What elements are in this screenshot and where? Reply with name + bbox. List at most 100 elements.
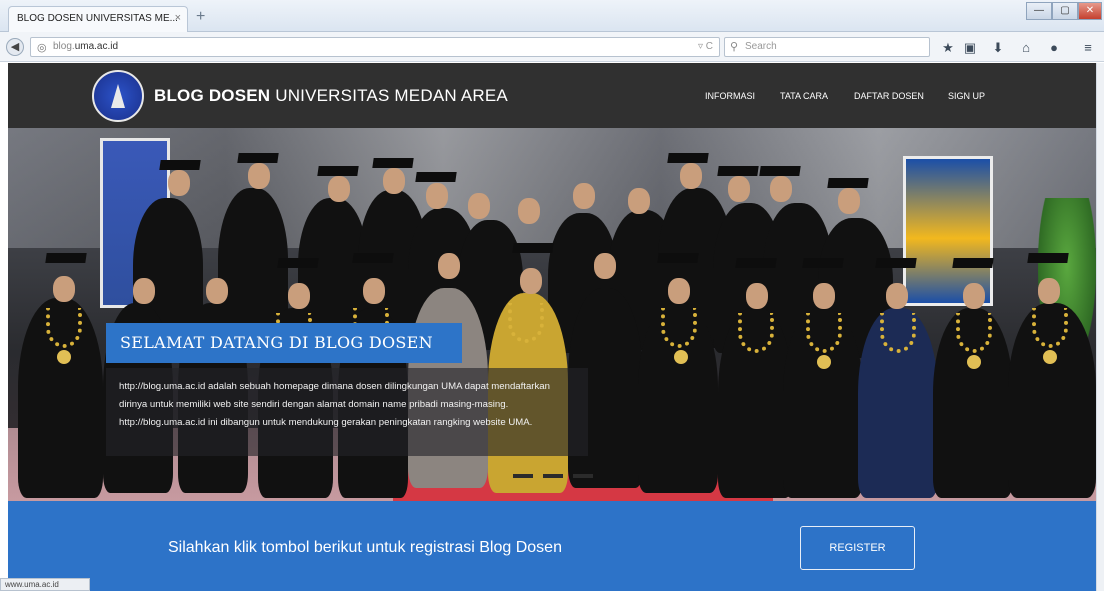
hero-chain	[880, 313, 916, 353]
hero-chain	[1032, 308, 1068, 348]
hero-face	[133, 278, 155, 304]
hero-face	[248, 163, 270, 189]
back-icon[interactable]: ◀	[6, 38, 24, 56]
hero-face	[426, 183, 448, 209]
web-page: BLOG DOSEN UNIVERSITAS MEDAN AREA INFORM…	[8, 63, 1096, 591]
hero-face	[838, 188, 860, 214]
hero-face	[728, 176, 750, 202]
page-scrollbar[interactable]	[1096, 63, 1104, 591]
slider-dot[interactable]	[513, 474, 533, 478]
hero-face	[53, 276, 75, 302]
register-button[interactable]: REGISTER	[800, 526, 915, 570]
hero-face	[206, 278, 228, 304]
url-prefix: blog.	[53, 41, 75, 52]
browser-tab-bar: BLOG DOSEN UNIVERSITAS ME... × + — ▢ ✕	[0, 0, 1104, 32]
menu-icon[interactable]: ≡	[1080, 40, 1096, 55]
hero-medal	[1043, 350, 1057, 364]
hero-medal	[57, 350, 71, 364]
hero-cap	[827, 178, 869, 188]
hero-face	[1038, 278, 1060, 304]
nav-daftar-dosen[interactable]: DAFTAR DOSEN	[854, 91, 924, 101]
hero-cap	[159, 160, 201, 170]
brand-rest: UNIVERSITAS MEDAN AREA	[270, 86, 508, 105]
hero-cap	[352, 253, 394, 263]
hero-face	[383, 168, 405, 194]
hero-medal	[674, 350, 688, 364]
hero-face	[680, 163, 702, 189]
globe-icon: ◎	[37, 42, 47, 54]
hero-cap	[372, 158, 414, 168]
browser-tab[interactable]: BLOG DOSEN UNIVERSITAS ME... ×	[8, 6, 188, 32]
welcome-description-box: http://blog.uma.ac.id adalah sebuah home…	[106, 368, 588, 456]
hero-face	[770, 176, 792, 202]
hero-medal	[967, 355, 981, 369]
hero-face	[668, 278, 690, 304]
url-host: uma.ac.id	[74, 41, 119, 52]
register-band: Silahkan klik tombol berikut untuk regis…	[8, 501, 1096, 591]
window-minimize-button[interactable]: —	[1026, 2, 1052, 20]
hero-slider: SELAMAT DATANG DI BLOG DOSEN http://blog…	[8, 128, 1096, 501]
hero-cap	[875, 258, 917, 268]
hero-face	[594, 253, 616, 279]
brand-bold: BLOG DOSEN	[154, 86, 271, 105]
hero-cap	[45, 253, 87, 263]
search-placeholder: Search	[745, 41, 777, 52]
slider-dot[interactable]	[573, 474, 593, 478]
hero-cap	[802, 258, 844, 268]
window-close-button[interactable]: ✕	[1078, 2, 1102, 20]
hero-cap	[667, 153, 709, 163]
url-reload-controls[interactable]: ▿ C	[698, 41, 713, 52]
hero-cap	[717, 166, 759, 176]
hero-chain	[956, 313, 992, 353]
clipboard-icon[interactable]: ▣	[962, 40, 978, 56]
hero-chain	[738, 313, 774, 353]
hero-cap	[415, 172, 457, 182]
hero-cap	[1027, 253, 1069, 263]
nav-informasi[interactable]: INFORMASI	[705, 91, 755, 101]
hero-face	[628, 188, 650, 214]
search-icon: ⚲	[730, 41, 739, 53]
tab-close-icon[interactable]: ×	[175, 12, 181, 24]
hero-cap	[952, 258, 994, 268]
tab-title: BLOG DOSEN UNIVERSITAS ME...	[17, 13, 178, 24]
hero-medal	[817, 355, 831, 369]
address-bar[interactable]: ◎ blog.uma.ac.id ▿ C	[30, 37, 720, 57]
hero-face	[438, 253, 460, 279]
site-brand[interactable]: BLOG DOSEN UNIVERSITAS MEDAN AREA	[154, 86, 508, 106]
status-bar: www.uma.ac.id	[0, 578, 90, 591]
new-tab-button[interactable]: +	[196, 8, 205, 26]
hero-chain	[46, 308, 82, 348]
hero-face	[520, 268, 542, 294]
hero-face	[328, 176, 350, 202]
welcome-title: SELAMAT DATANG DI BLOG DOSEN	[120, 333, 433, 352]
hero-face	[813, 283, 835, 309]
star-icon[interactable]: ★	[940, 40, 956, 56]
university-logo[interactable]	[92, 70, 144, 122]
hero-cap	[512, 243, 554, 253]
hero-face	[963, 283, 985, 309]
search-input[interactable]: ⚲ Search	[724, 37, 930, 57]
hero-chain	[806, 313, 842, 353]
hero-face	[518, 198, 540, 224]
hero-face	[168, 170, 190, 196]
welcome-title-box: SELAMAT DATANG DI BLOG DOSEN	[106, 323, 462, 363]
hero-chain	[508, 303, 544, 343]
download-icon[interactable]: ⬇	[990, 40, 1006, 56]
slider-dot[interactable]	[543, 474, 563, 478]
chat-icon[interactable]: ●	[1046, 40, 1062, 55]
hero-cap	[277, 258, 319, 268]
hero-cap	[759, 166, 801, 176]
hero-face	[886, 283, 908, 309]
nav-sign-up[interactable]: SIGN UP	[948, 91, 985, 101]
nav-tata-cara[interactable]: TATA CARA	[780, 91, 828, 101]
window-maximize-button[interactable]: ▢	[1052, 2, 1078, 20]
site-header: BLOG DOSEN UNIVERSITAS MEDAN AREA INFORM…	[8, 63, 1096, 128]
hero-face	[363, 278, 385, 304]
hero-face	[746, 283, 768, 309]
hero-face	[288, 283, 310, 309]
hero-face	[573, 183, 595, 209]
hero-chain	[661, 308, 697, 348]
home-icon[interactable]: ⌂	[1018, 40, 1034, 55]
browser-nav-bar: ◀ ◎ blog.uma.ac.id ▿ C ⚲ Search ★ ▣ ⬇ ⌂ …	[0, 32, 1104, 62]
register-prompt: Silahkan klik tombol berikut untuk regis…	[168, 539, 562, 556]
